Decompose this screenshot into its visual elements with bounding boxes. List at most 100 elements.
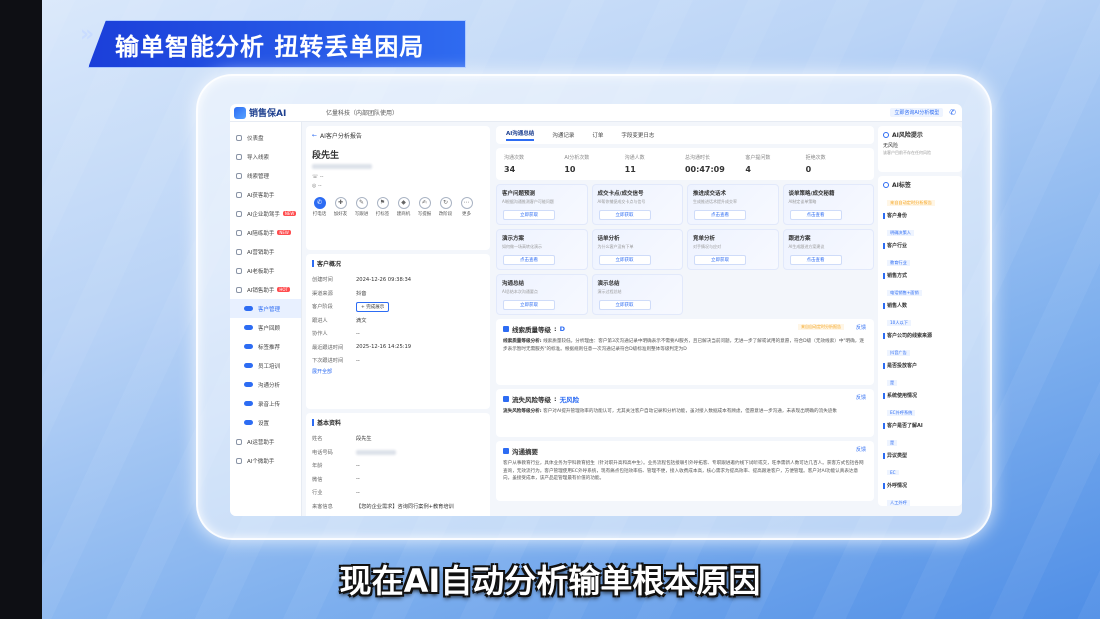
basic-row: 电话号码	[312, 446, 484, 460]
sidebar-item-label: AI老板助手	[247, 268, 275, 275]
feature-button[interactable]: 点击查看	[694, 210, 746, 220]
tag-group-title: 是否投放客户	[883, 362, 957, 369]
feature-button[interactable]: 点击查看	[789, 210, 842, 220]
feature-card[interactable]: 演示总结 演示过程总结 立即获取	[591, 274, 683, 315]
tag-value: 抖音广告	[887, 350, 910, 356]
stat-item: 沟通次数 34	[504, 154, 564, 174]
tag-bar	[883, 362, 885, 369]
tag-value: 是	[887, 380, 898, 386]
action-button[interactable]: ✚ 加好友	[333, 197, 348, 217]
tag-bar	[883, 272, 885, 279]
feature-button[interactable]: 立即获取	[694, 255, 746, 265]
tab-item[interactable]: 沟通记录	[552, 131, 574, 139]
action-button[interactable]: ◆ 建商机	[396, 197, 411, 217]
sidebar-subitem[interactable]: 客户回顾	[230, 318, 301, 337]
tag-group-name: 客户公司的线索来源	[887, 333, 933, 339]
field-value: --	[356, 462, 360, 469]
basic-row: 年龄 --	[312, 459, 484, 473]
sidebar-subitem[interactable]: 员工培训	[230, 356, 301, 375]
feature-card[interactable]: 客户问题预测 AI根据沟通推测客户可能问题 立即获取	[496, 184, 588, 225]
stage-button[interactable]: + 完成展示	[356, 301, 390, 312]
sidebar-subitem-label: 员工培训	[258, 363, 281, 370]
feature-button[interactable]: 立即获取	[598, 210, 651, 220]
org-name: 亿量科技（内部团队使用）	[326, 110, 399, 117]
logo-icon	[234, 106, 246, 119]
tab-item[interactable]: 字段变更日志	[621, 131, 654, 139]
lead-level-text-label: 线索质量等级分析:	[503, 339, 542, 344]
phone-icon[interactable]: ✆	[949, 108, 956, 117]
sidebar-subitem[interactable]: 录音上传	[230, 394, 301, 413]
feature-card[interactable]: 推进成交话术 生成推进话术提升成交率 点击查看	[687, 184, 779, 225]
back-button[interactable]: ← AI客户分析报告	[312, 131, 484, 140]
sidebar-subitem[interactable]: 设置	[230, 413, 301, 432]
feature-card[interactable]: 沟通总结 AI总结本次沟通要点 立即获取	[496, 274, 588, 315]
sidebar-item[interactable]: AI老板助手	[230, 261, 301, 280]
sidebar-item[interactable]: AI个微助手	[230, 451, 301, 470]
sidebar-item[interactable]: AI获客助手	[230, 185, 301, 204]
sidebar-item[interactable]: 仪表盘	[230, 128, 301, 147]
action-icon: ◆	[397, 197, 410, 209]
feature-card[interactable]: 成交卡点/成交信号 AI帮你捕捉成交卡点与信号 立即获取	[591, 184, 683, 225]
lead-icon	[503, 326, 509, 332]
sidebar-item[interactable]: AI企业助驾手 NEW	[230, 204, 301, 223]
action-icon: ⋯	[460, 197, 473, 209]
feature-button[interactable]: 立即获取	[598, 255, 651, 265]
sidebar-item[interactable]: AI营销助手	[230, 242, 301, 261]
sidebar-item[interactable]: AI销售助手 HOT	[230, 280, 301, 299]
feature-card[interactable]: 演示方案 如何做一场高转化演示 点击查看	[496, 229, 588, 270]
action-button[interactable]: ✎ 写跟进	[354, 197, 369, 217]
feedback-link[interactable]: 反馈	[856, 324, 866, 331]
feature-card[interactable]: 竞单分析 对手情况与应对 立即获取	[687, 229, 779, 270]
sidebar-subitem[interactable]: 客户管理	[230, 299, 301, 318]
sidebar-item[interactable]: 导入线索	[230, 147, 301, 166]
sidebar-item[interactable]: AI运营助手	[230, 432, 301, 451]
sidebar-item-label: AI个微助手	[247, 458, 275, 465]
action-button[interactable]: ⋯ 更多	[459, 197, 474, 217]
sidebar-subitem[interactable]: 标签推荐	[230, 337, 301, 356]
feature-desc: AI制定谈单策略	[788, 199, 817, 204]
tag-group-name: 异议类型	[887, 453, 908, 459]
feedback-link[interactable]: 反馈	[856, 394, 866, 401]
risk-sub: 该客户目前不存在任何风险	[883, 150, 931, 155]
tab-item[interactable]: 订单	[592, 131, 603, 139]
action-button[interactable]: ✍ 写提报	[417, 197, 432, 217]
action-label: 改阶段	[438, 212, 453, 217]
section-bar	[312, 419, 314, 426]
action-button[interactable]: ⚑ 打标签	[375, 197, 390, 217]
feature-button[interactable]: 立即获取	[598, 300, 651, 310]
auto-report-tag: 来自自动定时分析报告	[798, 324, 844, 330]
consult-link[interactable]: 立即咨询AI分析模型	[890, 108, 944, 117]
churn-risk-section: 流失风险等级: 无风险 反馈 流失风险等级分析: 客户对AI提升管理效率的功能认…	[496, 389, 874, 437]
action-button[interactable]: ✆ 打电话	[312, 197, 327, 217]
tag-group-title: 客户是否了解AI	[883, 422, 957, 429]
tab-item[interactable]: AI沟通总结	[506, 129, 535, 141]
churn-text: 流失风险等级分析: 客户对AI提升管理效率的功能认可，尤其关注客户自动记录和分析…	[503, 408, 867, 416]
feature-card[interactable]: 谈单策略/成交秘籍 AI制定谈单策略 点击查看	[782, 184, 874, 225]
tag-value: 人工外呼	[887, 500, 910, 506]
action-button[interactable]: ↻ 改阶段	[438, 197, 453, 217]
sidebar-subitem[interactable]: 沟通分析	[230, 375, 301, 394]
feature-desc: AI根据沟通推测客户可能问题	[502, 199, 554, 204]
overview-row: 下次跟进时间 --	[312, 354, 484, 368]
expand-all-link[interactable]: 展开全部	[312, 368, 484, 375]
field-value: --	[356, 357, 360, 364]
app-logo[interactable]: 销售保AI	[230, 106, 310, 119]
back-label: AI客户分析报告	[320, 133, 362, 140]
tag-icon	[883, 181, 889, 188]
field-label: 协作人	[312, 331, 328, 338]
feature-button[interactable]: 立即获取	[503, 210, 555, 220]
field-value: --	[356, 489, 360, 496]
stat-item: 总沟通时长 00:47:09	[685, 154, 745, 174]
stat-value: 0	[805, 165, 812, 174]
feature-button[interactable]: 立即获取	[503, 300, 555, 310]
tag-value: 电话销售+面销	[887, 290, 922, 296]
tag-group-name: 系统使用情况	[887, 393, 918, 399]
feature-card[interactable]: 话单分析 为什么客户没有下单 立即获取	[591, 229, 683, 270]
action-label: 更多	[462, 212, 471, 217]
feature-button[interactable]: 点击查看	[503, 255, 555, 265]
feature-button[interactable]: 点击查看	[789, 255, 842, 265]
sidebar-item[interactable]: AI陪练助手 NEW	[230, 223, 301, 242]
feedback-link[interactable]: 反馈	[856, 446, 866, 453]
sidebar-item[interactable]: 线索管理	[230, 166, 301, 185]
feature-card[interactable]: 跟进方案 AI生成跟进方案建议 点击查看	[782, 229, 874, 270]
